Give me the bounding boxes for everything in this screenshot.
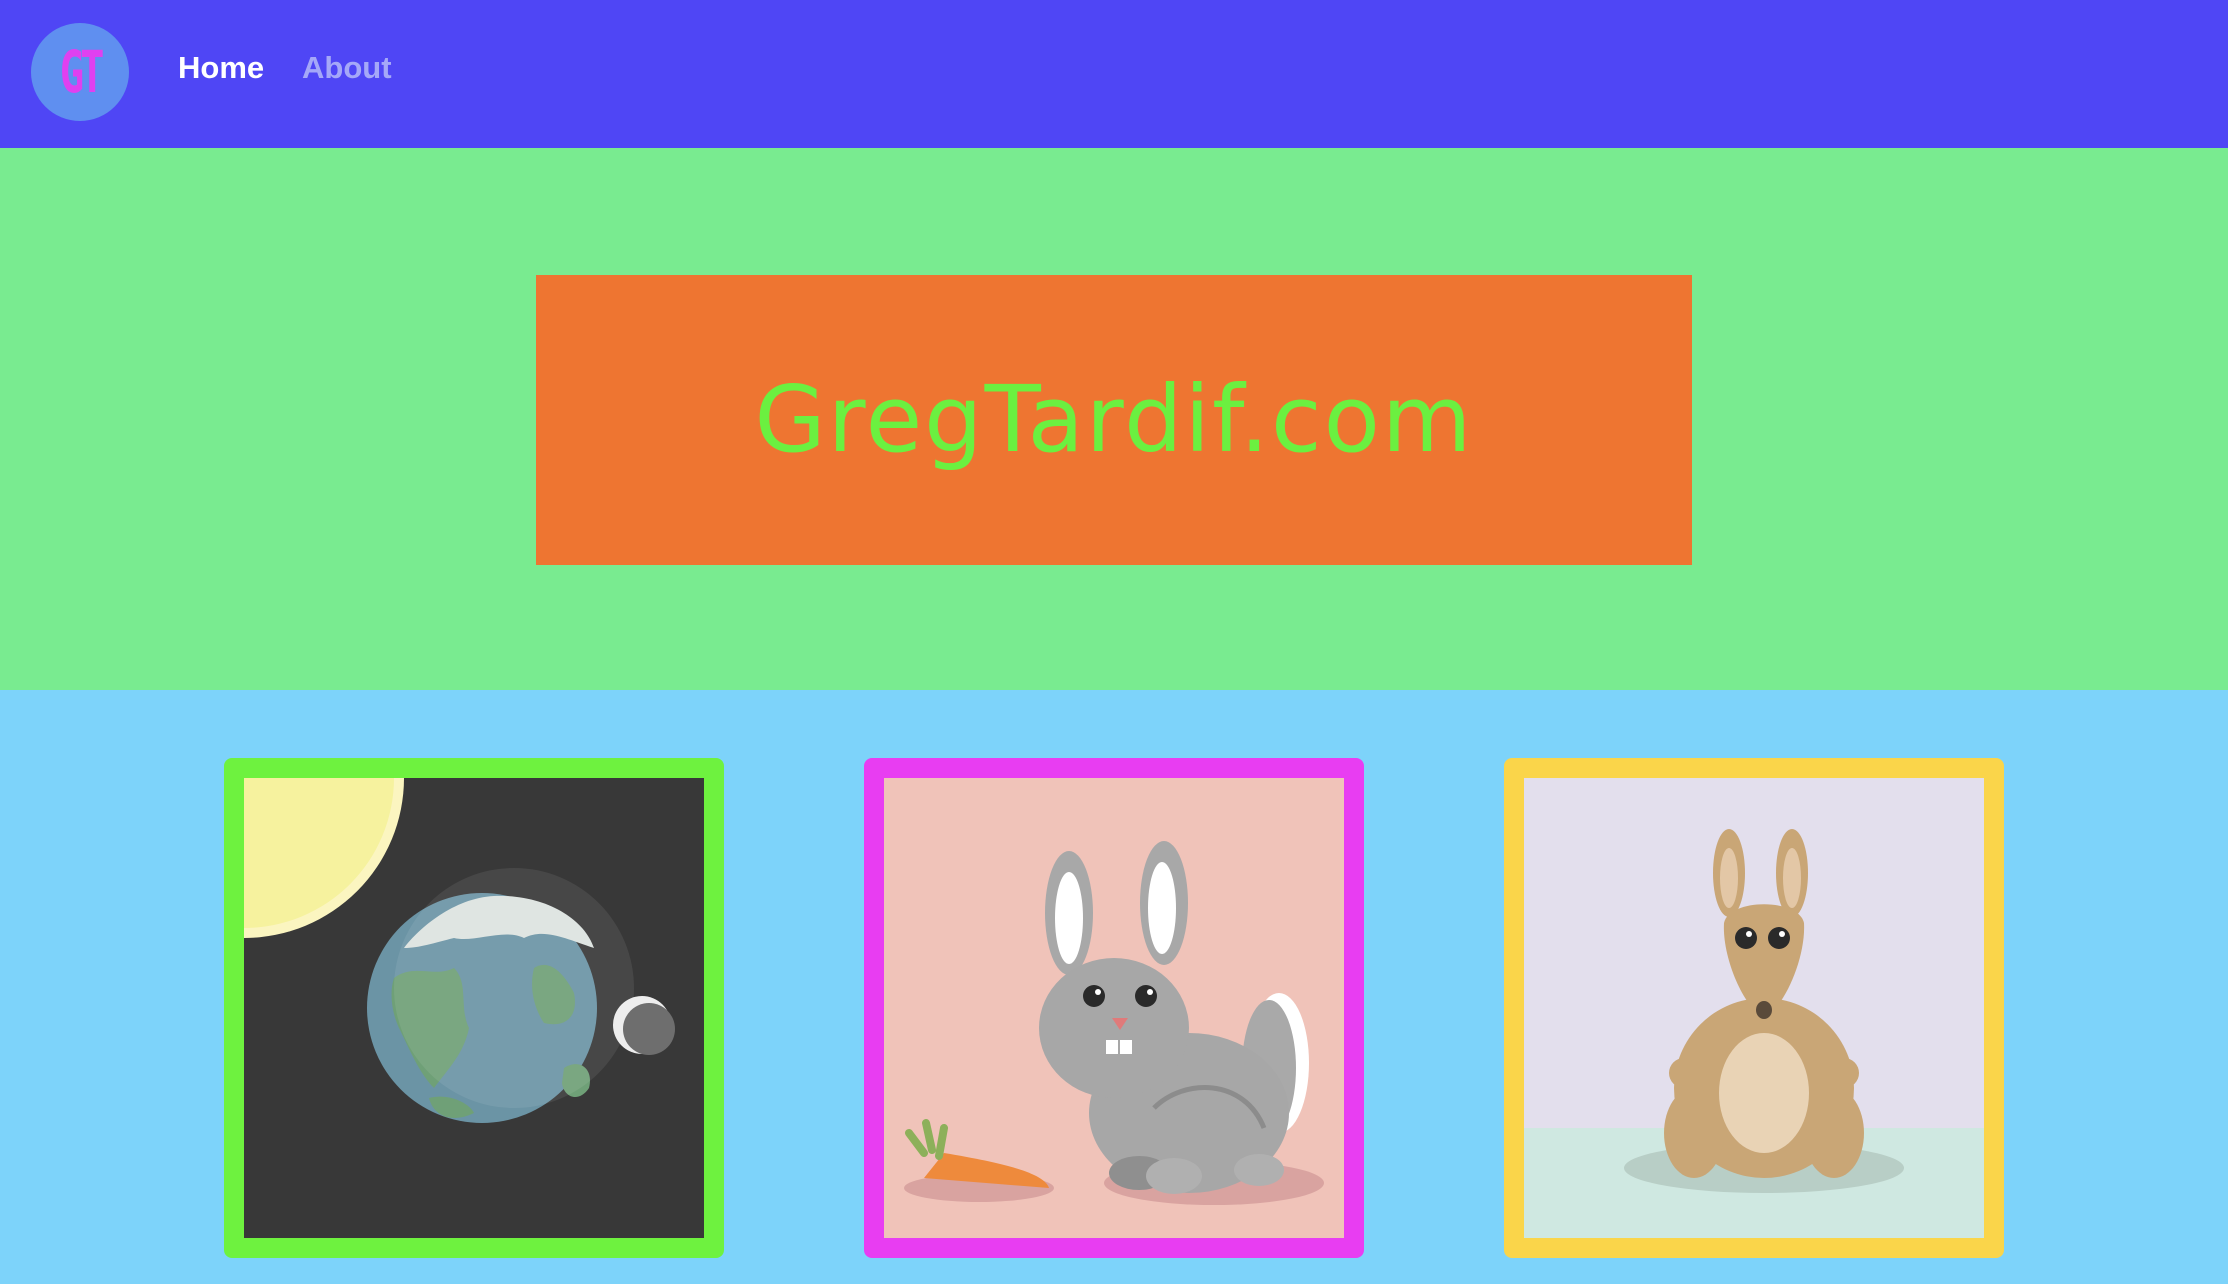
logo-text: GT — [59, 38, 105, 106]
title-banner: GregTardif.com — [536, 275, 1692, 565]
site-logo[interactable]: GT — [31, 23, 129, 121]
nav-link-about[interactable]: About — [302, 50, 392, 86]
gallery-card-earth[interactable] — [224, 758, 724, 1258]
kangaroo-illustration — [1524, 778, 1984, 1238]
top-nav: GT Home About — [0, 0, 2228, 148]
gallery-section — [0, 690, 2228, 1284]
nav-link-home[interactable]: Home — [178, 50, 264, 86]
site-title: GregTardif.com — [754, 366, 1474, 473]
gallery-card-kangaroo[interactable] — [1504, 758, 2004, 1258]
hero-section: GregTardif.com — [0, 148, 2228, 690]
gallery-card-rabbit[interactable] — [864, 758, 1364, 1258]
rabbit-illustration — [884, 778, 1344, 1238]
earth-illustration — [244, 778, 704, 1238]
